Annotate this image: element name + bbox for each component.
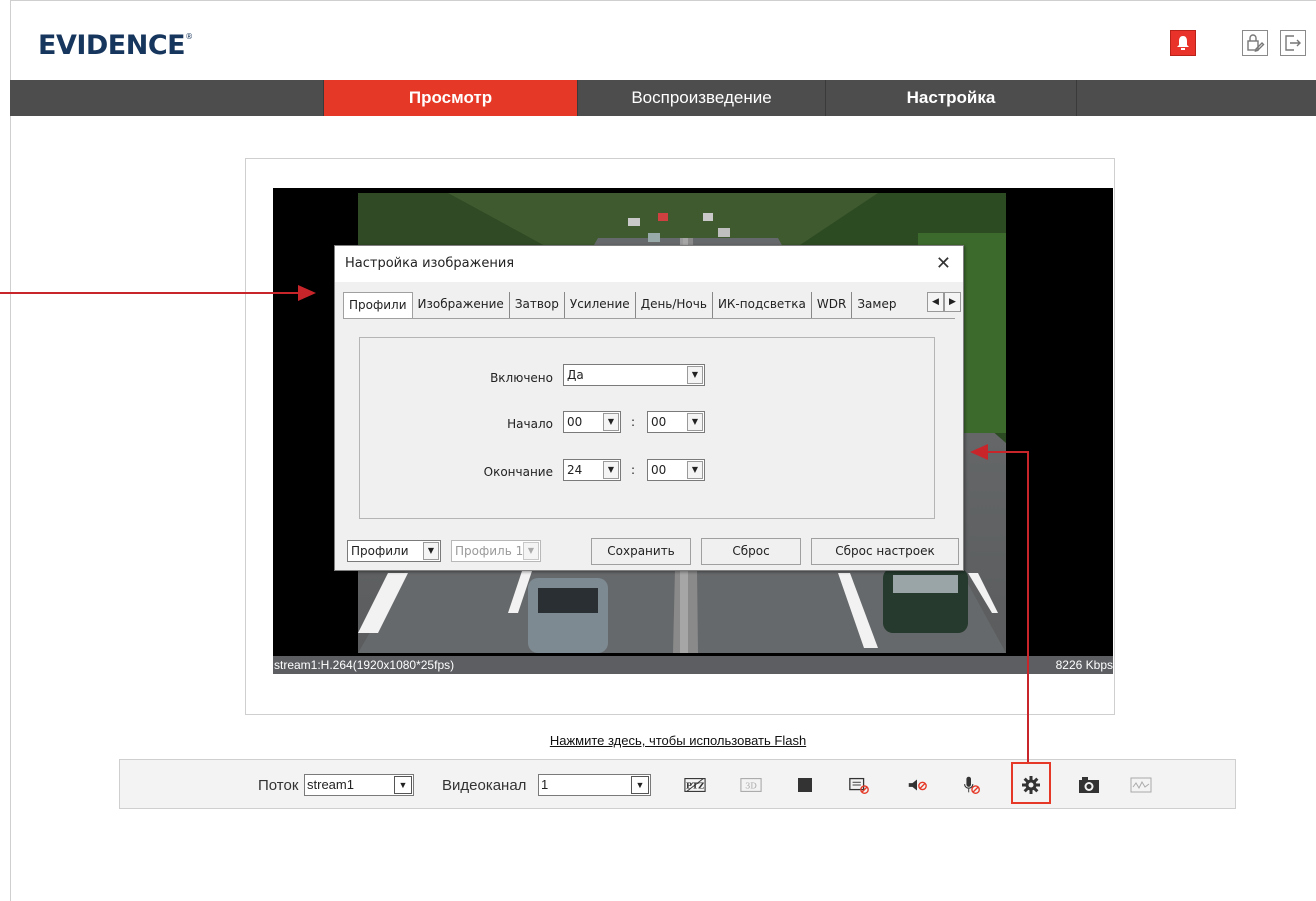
start-hour-select[interactable]: 00 ▼ (563, 411, 621, 433)
channel-label: Видеоканал (442, 777, 527, 794)
end-min-select[interactable]: 00 ▼ (647, 459, 705, 481)
annotation-line-left (0, 292, 302, 294)
chevron-down-icon: ▼ (603, 461, 619, 479)
registered-mark: ® (185, 32, 193, 41)
audio-mute-icon[interactable] (906, 775, 928, 795)
brand-logo: EVIDENCE® (38, 30, 193, 61)
tab-settings[interactable]: Настройка (826, 80, 1077, 116)
dialog-bottom-bar: Профили ▼ Профиль 1 ▼ Сохранить Сброс Сб… (345, 538, 959, 566)
enabled-select-value: Да (567, 368, 584, 382)
stream-info-text: stream1:H.264(1920x1080*25fps) (274, 658, 455, 672)
profile-number-value: Профиль 1 (455, 544, 524, 558)
enabled-select[interactable]: Да ▼ (563, 364, 705, 386)
tab-wdr[interactable]: WDR (812, 292, 853, 318)
frame-border-top (10, 0, 1316, 1)
chevron-down-icon: ▼ (394, 776, 412, 794)
tab-body: Включено Да ▼ Начало 00 ▼ : 00 ▼ Окончан… (343, 318, 955, 528)
use-flash-link[interactable]: Нажмите здесь, чтобы использовать Flash (0, 733, 1316, 748)
microphone-mute-icon[interactable] (960, 775, 982, 795)
annotation-line-horizontal (985, 451, 1029, 453)
reset-defaults-button[interactable]: Сброс настроек (811, 538, 959, 565)
chevron-down-icon: ▼ (687, 461, 703, 479)
start-colon: : (631, 415, 636, 429)
frame-border-left (10, 0, 11, 901)
tab-ir-light[interactable]: ИК-подсветка (713, 292, 812, 318)
tab-scroll-right-icon[interactable]: ▶ (944, 292, 961, 312)
stream-select-value: stream1 (307, 777, 354, 792)
dialog-tabs: Профили Изображение Затвор Усиление День… (343, 292, 902, 319)
chevron-down-icon: ▼ (687, 366, 703, 384)
main-navbar: Просмотр Воспроизведение Настройка (10, 80, 1316, 116)
start-min-select[interactable]: 00 ▼ (647, 411, 705, 433)
three-d-icon-label: 3D (745, 781, 757, 791)
stream-label: Поток (258, 777, 299, 794)
logo-text: EVIDENCE (38, 30, 186, 61)
tab-scroll-left-icon[interactable]: ◀ (927, 292, 944, 312)
chevron-down-icon: ▼ (523, 542, 539, 560)
player-toolbar: Поток stream1 ▼ Видеоканал 1 ▼ PTZ 3D (119, 759, 1236, 809)
ptz-icon-label: PTZ (686, 781, 704, 791)
start-hour-value: 00 (567, 415, 583, 429)
image-settings-dialog: Настройка изображения ✕ Профили Изображе… (334, 245, 964, 571)
alarm-icon[interactable] (1170, 30, 1196, 56)
tab-gain[interactable]: Усиление (565, 292, 636, 318)
start-min-value: 00 (651, 415, 667, 429)
profile-type-select[interactable]: Профили ▼ (347, 540, 441, 562)
stop-icon[interactable] (794, 775, 816, 795)
gear-icon[interactable] (1020, 775, 1042, 795)
close-icon[interactable]: ✕ (936, 253, 951, 274)
end-hour-select[interactable]: 24 ▼ (563, 459, 621, 481)
three-d-icon[interactable]: 3D (740, 775, 762, 795)
tab-profiles[interactable]: Профили (343, 292, 413, 319)
ptz-icon[interactable]: PTZ (684, 775, 706, 795)
chevron-down-icon: ▼ (603, 413, 619, 431)
tab-day-night[interactable]: День/Ночь (636, 292, 713, 318)
start-label: Начало (507, 417, 553, 431)
header-icons (1170, 30, 1306, 56)
record-disabled-icon[interactable] (848, 775, 870, 795)
chevron-down-icon: ▼ (687, 413, 703, 431)
channel-select[interactable]: 1 ▼ (538, 774, 651, 796)
end-min-value: 00 (651, 463, 667, 477)
tab-view[interactable]: Просмотр (324, 80, 578, 116)
enabled-label: Включено (490, 371, 553, 385)
tab-shutter[interactable]: Затвор (510, 292, 565, 318)
stream-select[interactable]: stream1 ▼ (304, 774, 414, 796)
profile-type-value: Профили (351, 544, 409, 558)
camera-snapshot-icon[interactable] (1078, 775, 1100, 795)
bitrate-text: 8226 Kbps (1055, 658, 1113, 672)
chevron-down-icon: ▼ (423, 542, 439, 560)
waveform-icon[interactable] (1130, 775, 1152, 795)
stream-status-bar: stream1:H.264(1920x1080*25fps) 8226 Kbps (273, 656, 1113, 674)
logout-icon[interactable] (1280, 30, 1306, 56)
annotation-line-vertical (1027, 451, 1029, 762)
annotation-arrowhead-left (970, 444, 988, 460)
tab-scroll-buttons: ◀ ▶ (927, 292, 961, 312)
lock-edit-icon[interactable] (1242, 30, 1268, 56)
tab-playback[interactable]: Воспроизведение (578, 80, 826, 116)
tab-image[interactable]: Изображение (413, 292, 510, 318)
annotation-arrowhead-right (298, 285, 316, 301)
nav-spacer-left (10, 80, 324, 116)
tab-metering[interactable]: Замер (852, 292, 902, 318)
end-hour-value: 24 (567, 463, 583, 477)
dialog-title: Настройка изображения (335, 246, 963, 282)
profile-number-select: Профиль 1 ▼ (451, 540, 541, 562)
reset-button[interactable]: Сброс (701, 538, 801, 565)
chevron-down-icon: ▼ (631, 776, 649, 794)
end-label: Окончание (483, 465, 553, 479)
end-colon: : (631, 463, 636, 477)
save-button[interactable]: Сохранить (591, 538, 691, 565)
channel-select-value: 1 (541, 777, 549, 792)
